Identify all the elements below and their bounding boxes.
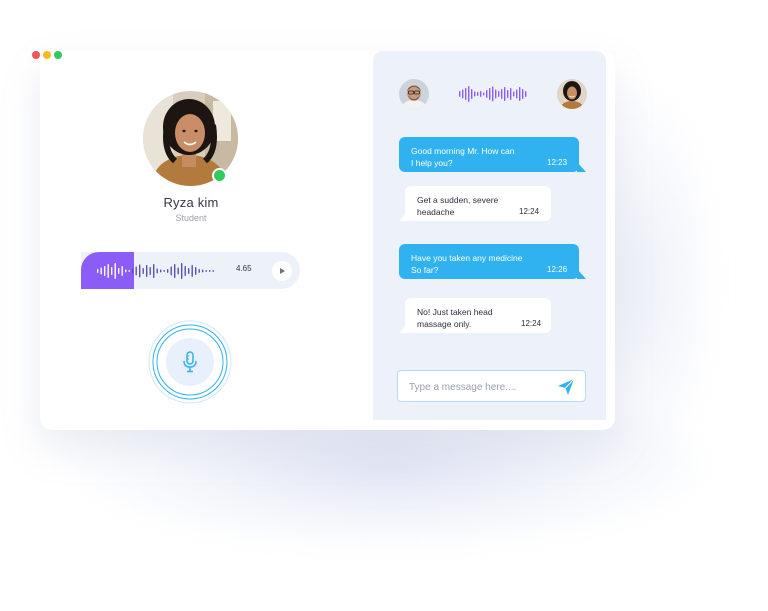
window-minimize-button[interactable]: [43, 51, 51, 59]
message-line: So far?: [411, 265, 439, 275]
message-time: 12:26: [547, 265, 568, 274]
message-line: Good morning Mr. How can: [411, 146, 515, 156]
bubble-tail: [399, 323, 408, 333]
message-line: Have you taken any medicine: [411, 253, 523, 263]
sound-wave-icon: [459, 86, 527, 102]
message-text: No! Just taken head massage only.: [417, 306, 493, 330]
bubble-tail: [399, 211, 408, 221]
man-portrait-icon[interactable]: [399, 79, 429, 109]
message-time: 12:23: [547, 158, 568, 167]
message-input-box[interactable]: [397, 370, 586, 402]
play-icon: [280, 268, 285, 274]
mic-button[interactable]: [166, 338, 214, 386]
waveform-icon: [97, 263, 214, 279]
message-line: headache: [417, 207, 455, 217]
message-time: 12:24: [519, 207, 540, 216]
profile-avatar[interactable]: [143, 91, 238, 186]
message-text: Get a sudden, severe headache: [417, 194, 498, 218]
profile-role: Student: [175, 213, 207, 223]
record-voice-control[interactable]: [148, 320, 232, 404]
voice-duration: 4.65: [236, 264, 252, 273]
message-text: Good morning Mr. How can I help you?: [411, 145, 514, 169]
window-close-button[interactable]: [32, 51, 40, 59]
play-button[interactable]: [272, 261, 292, 281]
voice-message-player[interactable]: 4.65: [81, 252, 300, 289]
message-time: 12:24: [521, 319, 542, 328]
online-status-indicator: [212, 168, 227, 183]
microphone-icon: [183, 351, 197, 373]
window-controls: [32, 51, 62, 59]
bubble-tail: [577, 162, 586, 172]
message-text: Have you taken any medicine So far?: [411, 252, 523, 276]
bubble-tail: [577, 269, 586, 279]
message-line: Get a sudden, severe: [417, 195, 499, 205]
window-maximize-button[interactable]: [54, 51, 62, 59]
message-input[interactable]: [407, 377, 551, 397]
woman-portrait-icon[interactable]: [557, 79, 587, 109]
send-icon: [558, 378, 575, 395]
message-line: I help you?: [411, 158, 453, 168]
message-line: No! Just taken head: [417, 307, 493, 317]
profile-name: Ryza kim: [163, 195, 219, 210]
outgoing-message: Have you taken any medicine So far? 12:26: [399, 244, 586, 279]
outgoing-message: Good morning Mr. How can I help you? 12:23: [399, 137, 586, 172]
incoming-message: No! Just taken head massage only. 12:24: [399, 298, 551, 333]
send-button[interactable]: [556, 377, 576, 397]
message-line: massage only.: [417, 319, 472, 329]
incoming-message: Get a sudden, severe headache 12:24: [399, 186, 551, 221]
